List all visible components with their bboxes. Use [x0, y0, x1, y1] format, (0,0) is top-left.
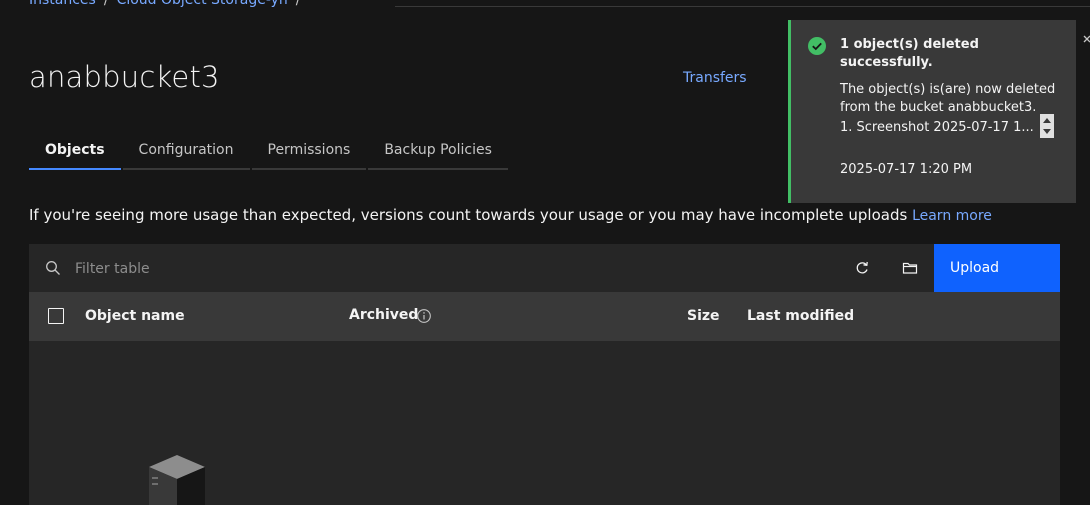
filter-table-input[interactable]: [73, 244, 777, 294]
breadcrumb-item-instances[interactable]: Instances: [29, 0, 96, 8]
empty-storage-box-icon: [149, 455, 205, 505]
table-toolbar: Upload: [29, 244, 1060, 294]
breadcrumb: Instances / Cloud Object Storage-yn /: [29, 0, 309, 8]
select-all-checkbox[interactable]: [48, 308, 64, 324]
tab-permissions[interactable]: Permissions: [251, 130, 367, 170]
transfers-link[interactable]: Transfers: [683, 70, 747, 86]
refresh-icon[interactable]: [854, 260, 870, 276]
header-divider: [395, 6, 1090, 7]
column-header-object-name[interactable]: Object name: [85, 308, 185, 324]
column-header-last-modified[interactable]: Last modified: [747, 308, 854, 324]
tab-backup-policies[interactable]: Backup Policies: [368, 130, 508, 170]
breadcrumb-item-cos[interactable]: Cloud Object Storage-yn: [117, 0, 288, 8]
notification-title: 1 object(s) deleted successfully.: [840, 37, 979, 70]
learn-more-link[interactable]: Learn more: [912, 208, 992, 224]
notification-body: The object(s) is(are) now deleted from t…: [840, 82, 1056, 115]
tab-list: Objects Configuration Permissions Backup…: [29, 130, 510, 170]
folder-icon[interactable]: [902, 260, 918, 276]
column-header-archived[interactable]: Archived: [349, 307, 418, 323]
table-body-empty-state: [29, 341, 1060, 505]
usage-info: If you're seeing more usage than expecte…: [29, 206, 992, 224]
usage-info-text: If you're seeing more usage than expecte…: [29, 206, 908, 224]
success-notification: 1 object(s) deleted successfully. The ob…: [788, 20, 1076, 203]
breadcrumb-separator: /: [103, 0, 109, 8]
app-root: Instances / Cloud Object Storage-yn / anabb…: [0, 0, 1090, 505]
breadcrumb-separator: /: [295, 0, 301, 8]
close-notification-icon[interactable]: [1083, 34, 1090, 44]
tab-configuration[interactable]: Configuration: [122, 130, 250, 170]
table-header: Object name Archived Size Last modified: [29, 292, 1060, 341]
notification-scrollbar[interactable]: [1040, 114, 1054, 138]
tab-objects[interactable]: Objects: [29, 130, 121, 170]
column-header-size[interactable]: Size: [687, 308, 720, 324]
notification-timestamp: 2025-07-17 1:20 PM: [840, 162, 973, 177]
notification-item: 1. Screenshot 2025-07-17 1...: [840, 120, 1034, 135]
info-icon[interactable]: [416, 308, 432, 324]
search-icon: [46, 261, 60, 275]
upload-button[interactable]: Upload: [934, 244, 1060, 292]
page-title: anabbucket3: [29, 60, 220, 94]
checkmark-filled-icon: [808, 37, 826, 55]
